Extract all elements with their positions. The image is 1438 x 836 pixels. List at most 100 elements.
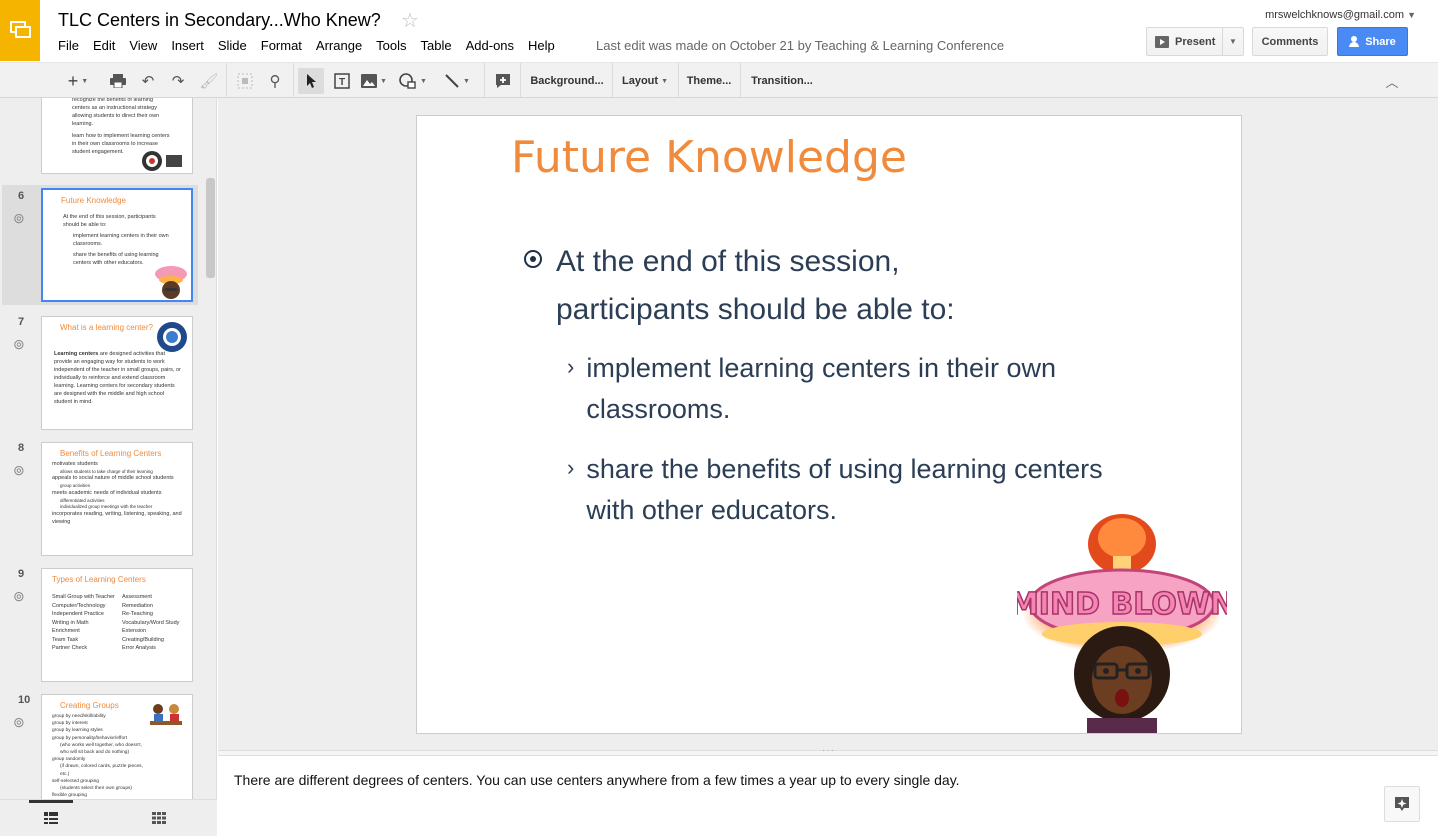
share-label: Share: [1365, 35, 1396, 48]
menu-file[interactable]: File: [58, 38, 79, 53]
menu-insert[interactable]: Insert: [171, 38, 204, 53]
link-icon: ⊚: [13, 462, 25, 478]
chevron-down-icon: ▼: [661, 77, 668, 85]
document-title[interactable]: TLC Centers in Secondary...Who Knew?: [58, 10, 381, 31]
shape-button[interactable]: ▼: [396, 68, 430, 94]
menu-view[interactable]: View: [129, 38, 157, 53]
image-button[interactable]: ▼: [358, 68, 390, 94]
menu-format[interactable]: Format: [261, 38, 302, 53]
students-at-desk-icon: [150, 704, 182, 725]
thumb-line: group randomly: [52, 757, 86, 763]
filmstrip-view-button[interactable]: [44, 812, 58, 827]
thumb-line: Partner Check: [52, 645, 88, 652]
slide-title[interactable]: Future Knowledge: [511, 132, 907, 183]
slide-thumbnail-5[interactable]: recognize the benefits of learning cente…: [41, 98, 193, 174]
thumb-line: Learning centers: [54, 351, 99, 357]
fit-button[interactable]: [233, 68, 257, 94]
explore-button[interactable]: [1384, 786, 1420, 822]
thumb-line: Writing in Math: [52, 619, 89, 626]
slide-number: 7: [18, 316, 25, 328]
target-icon: [142, 151, 182, 171]
mind-blown-avatar-image[interactable]: MIND BLOWN: [1017, 496, 1227, 734]
slide-thumbnail-6[interactable]: Future Knowledge At the end of this sess…: [41, 188, 193, 302]
theme-button[interactable]: Theme...: [686, 68, 732, 94]
text-box-button[interactable]: T: [330, 68, 354, 94]
thumb-line: (if drawn, colored cards, puzzle pieces,…: [60, 764, 143, 777]
filmstrip-scrollbar[interactable]: [206, 178, 215, 278]
menu-slide[interactable]: Slide: [218, 38, 247, 53]
chevron-right-icon: ›: [567, 354, 575, 379]
chevron-down-icon: ▼: [420, 77, 427, 85]
account-email[interactable]: mrswelchknows@gmail.com: [1265, 9, 1404, 21]
slide-number: 8: [18, 442, 25, 454]
thumb-title: Types of Learning Centers: [52, 575, 146, 584]
thumb-line: group by personality/behavior/effort: [52, 735, 128, 741]
explore-icon: [1395, 797, 1409, 811]
background-button[interactable]: Background...: [530, 68, 604, 94]
toolbar-divider: [520, 63, 521, 98]
thumb-line: At the end of this session, participants…: [63, 214, 156, 228]
share-button[interactable]: Share: [1337, 27, 1408, 56]
sub-bullet-text: implement learning centers in their own …: [586, 353, 1057, 424]
grid-view-button[interactable]: [152, 812, 166, 827]
slide-number: 9: [18, 568, 25, 580]
account-caret-icon[interactable]: ▼: [1407, 10, 1416, 20]
chevron-down-icon: ▼: [1229, 37, 1237, 46]
menu-tools[interactable]: Tools: [376, 38, 406, 53]
list-view-icon: [44, 812, 58, 824]
present-options-button[interactable]: ▼: [1222, 27, 1244, 56]
collapse-toolbar-button[interactable]: ︿: [1380, 68, 1404, 94]
thumb-line: group by need/skill/ability: [52, 714, 106, 719]
thumb-line: group by interest: [52, 721, 88, 727]
toolbar-divider: [740, 63, 741, 98]
lifebuoy-icon: [157, 322, 187, 352]
thumb-line: Vocabulary/Word Study: [122, 619, 180, 626]
slide-bullet[interactable]: At the end of this session, participants…: [524, 238, 1036, 334]
select-tool-button[interactable]: [298, 68, 324, 94]
thumb-title: Benefits of Learning Centers: [60, 449, 162, 458]
slide-number: 6: [18, 190, 25, 202]
speaker-notes[interactable]: There are different degrees of centers. …: [218, 756, 1438, 836]
current-slide[interactable]: Future Knowledge At the end of this sess…: [416, 115, 1242, 734]
image-icon: [361, 74, 378, 88]
sub-bullet[interactable]: › implement learning centers in their ow…: [567, 348, 1146, 430]
present-button[interactable]: Present: [1146, 27, 1223, 56]
menu-arrange[interactable]: Arrange: [316, 38, 362, 53]
speaker-notes-text[interactable]: There are different degrees of centers. …: [234, 772, 960, 788]
menu-add-ons[interactable]: Add-ons: [466, 38, 514, 53]
menu-table[interactable]: Table: [421, 38, 452, 53]
fit-icon: [237, 73, 253, 89]
redo-button[interactable]: ↷: [166, 68, 190, 94]
star-icon[interactable]: ☆: [401, 8, 419, 33]
slide-filmstrip[interactable]: recognize the benefits of learning cente…: [0, 98, 217, 836]
thumb-title: What is a learning center?: [60, 323, 153, 332]
line-button[interactable]: ▼: [440, 68, 474, 94]
thumb-line: Error Analysis: [122, 645, 156, 652]
add-comment-button[interactable]: [490, 68, 516, 94]
slide-thumbnail-9[interactable]: Types of Learning Centers Small Group wi…: [41, 568, 193, 682]
last-edit-status[interactable]: Last edit was made on October 21 by Teac…: [596, 38, 1004, 53]
mind-blown-avatar-icon: [155, 266, 187, 299]
slide-thumbnail-10[interactable]: Creating Groups group by need/skill/abil…: [41, 694, 193, 814]
print-button[interactable]: [106, 68, 130, 94]
comments-button[interactable]: Comments: [1252, 27, 1328, 56]
menu-edit[interactable]: Edit: [93, 38, 115, 53]
slide-canvas[interactable]: Future Knowledge At the end of this sess…: [218, 98, 1438, 750]
paint-format-button[interactable]: 🖌: [198, 68, 220, 94]
slides-logo-icon[interactable]: [0, 0, 40, 61]
layout-button[interactable]: Layout ▼: [620, 68, 670, 94]
bullet-text: At the end of this session, participants…: [556, 245, 955, 326]
menu-help[interactable]: Help: [528, 38, 555, 53]
undo-icon: ↶: [141, 73, 155, 90]
paint-roller-icon: 🖌: [199, 73, 219, 90]
undo-button[interactable]: ↶: [136, 68, 160, 94]
thumb-line: Creating/Building: [122, 636, 164, 643]
thumb-title: Creating Groups: [60, 701, 119, 710]
new-slide-button[interactable]: + ▼: [58, 68, 98, 94]
slide-thumbnail-7[interactable]: What is a learning center? Learning cent…: [41, 316, 193, 430]
zoom-button[interactable]: ⚲: [263, 68, 287, 94]
transition-button[interactable]: Transition...: [750, 68, 814, 94]
slide-thumbnail-8[interactable]: Benefits of Learning Centers motivates s…: [41, 442, 193, 556]
link-icon: ⊚: [13, 336, 25, 352]
thumb-line: (who works well together, who doesn't, w…: [60, 742, 142, 755]
